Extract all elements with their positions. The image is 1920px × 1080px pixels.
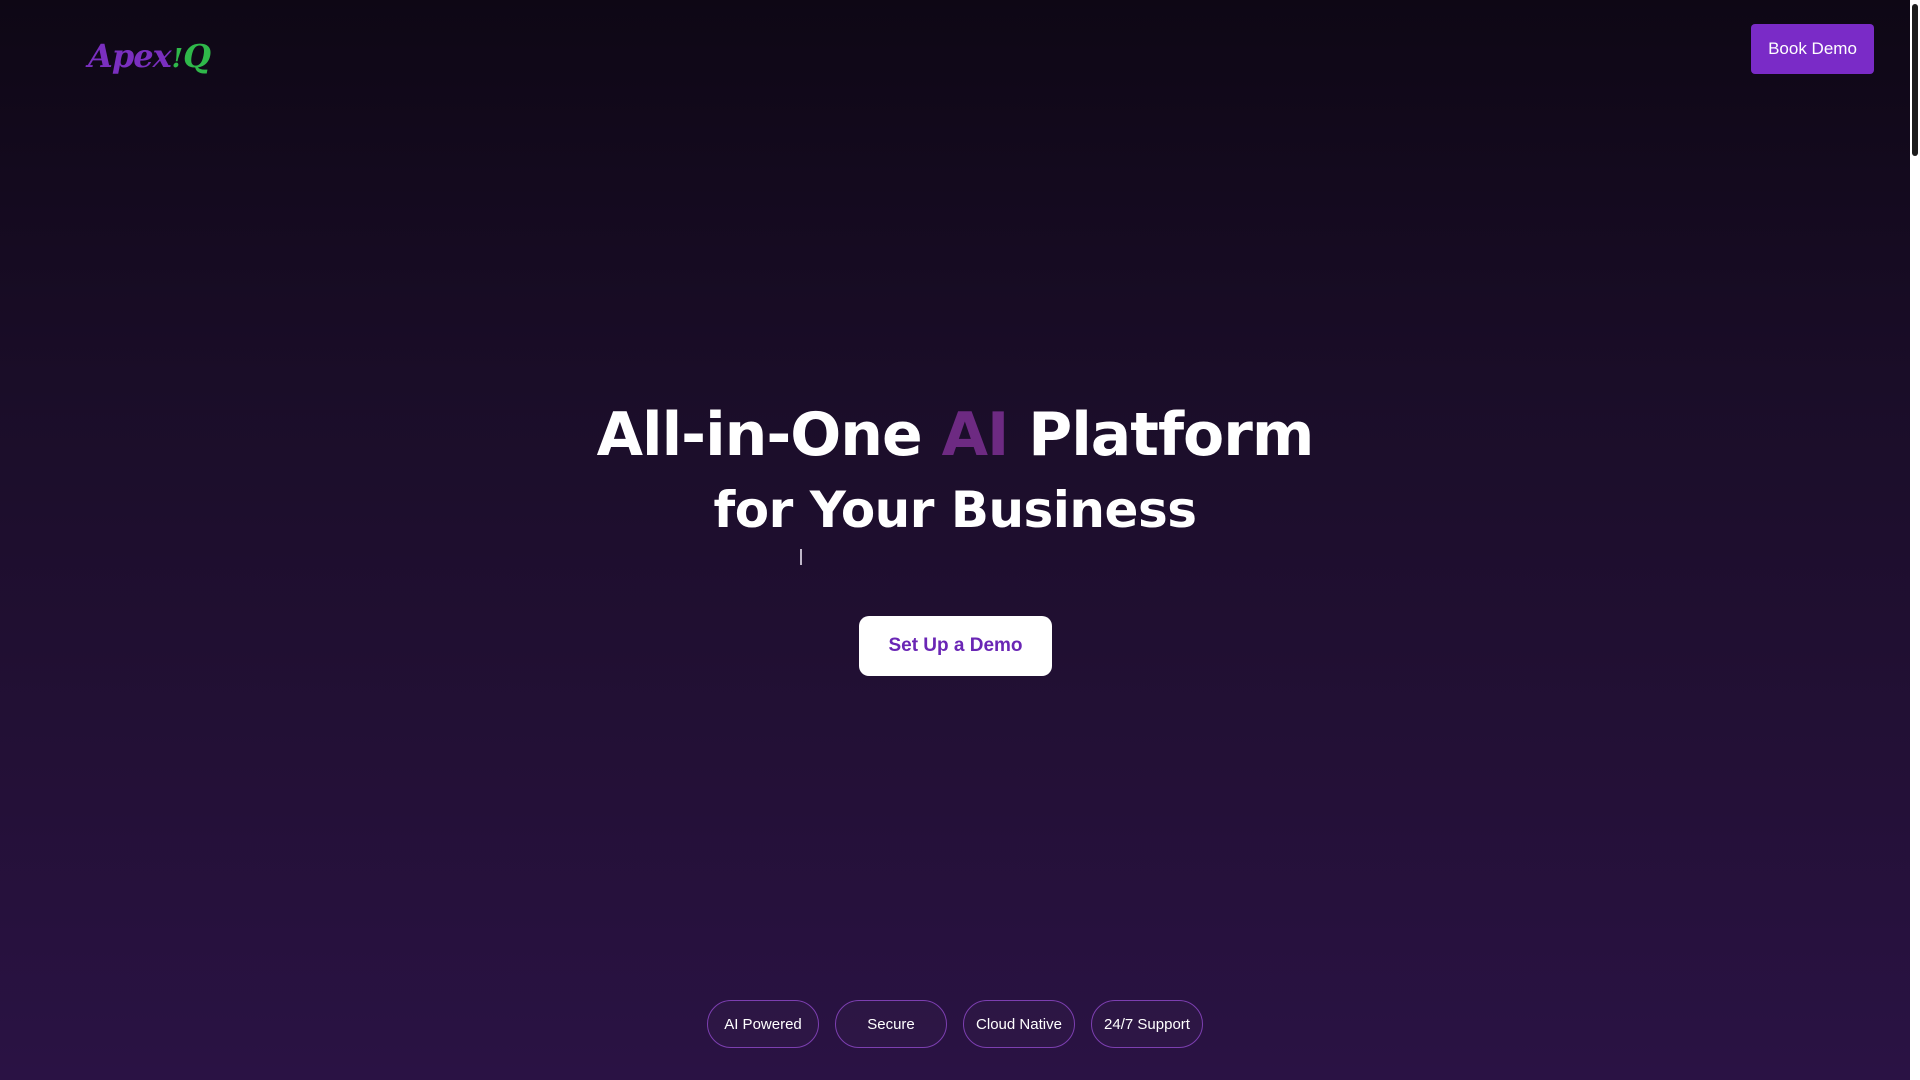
logo-text-apex: Apex	[88, 37, 172, 75]
hero-title-accent: AI	[941, 400, 1010, 470]
feature-pill-cloud-native: Cloud Native	[963, 1000, 1075, 1048]
logo-text-q: Q	[183, 37, 211, 75]
logo-text-exclamation: !	[171, 44, 183, 74]
apexiq-logo[interactable]: Apex! Q	[88, 30, 211, 75]
hero-subtitle: for Your Business	[713, 481, 1197, 539]
setup-demo-button[interactable]: Set Up a Demo	[859, 616, 1052, 676]
feature-pill-secure: Secure	[835, 1000, 947, 1048]
hero-title-pre: All-in-One	[596, 400, 942, 470]
feature-pills: AI Powered Secure Cloud Native 24/7 Supp…	[0, 1000, 1910, 1048]
feature-pill-support: 24/7 Support	[1091, 1000, 1203, 1048]
hero-title: All-in-One AI Platform	[0, 390, 1910, 480]
page-scrollbar[interactable]	[1910, 0, 1920, 1080]
book-demo-button[interactable]: Book Demo	[1751, 24, 1874, 74]
feature-pill-ai-powered: AI Powered	[707, 1000, 819, 1048]
hero-section: All-in-One AI Platform for Your Business	[0, 390, 1910, 540]
scrollbar-thumb[interactable]	[1912, 4, 1918, 156]
hero-title-post: Platform	[1008, 400, 1314, 470]
typing-cursor	[800, 549, 802, 565]
site-header: Apex! Q Book Demo	[0, 0, 1910, 100]
